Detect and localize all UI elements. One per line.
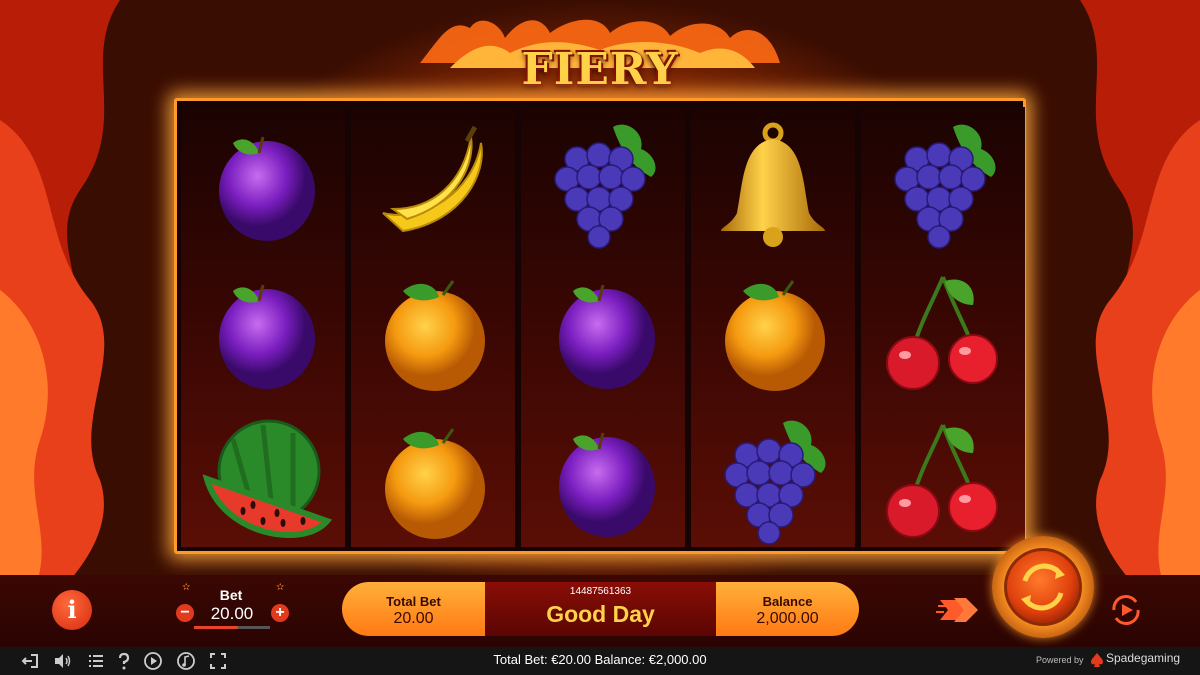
orange-symbol-icon [385, 280, 485, 391]
cherries-symbol-icon [886, 276, 998, 390]
brand-name: Spadegaming [1106, 651, 1181, 665]
total-bet-label: Total Bet [386, 594, 441, 609]
status-message: Good Day [546, 601, 655, 627]
fullscreen-icon[interactable] [208, 651, 228, 671]
bet-max-star-icon: ✫ [276, 582, 285, 593]
total-bet-value: 20.00 [393, 610, 434, 627]
bet-value: 20.00 [210, 604, 254, 623]
plum-symbol-icon [219, 136, 315, 241]
spin-button[interactable] [992, 536, 1094, 638]
reel-1 [181, 107, 345, 547]
bet-slider[interactable] [194, 626, 270, 629]
orange-symbol-icon [385, 428, 485, 539]
orange-symbol-icon [725, 280, 825, 391]
spadegaming-logo-icon [1091, 653, 1103, 667]
grapes-symbol-icon [894, 124, 996, 249]
total-bet-section: Total Bet 20.00 [342, 582, 485, 636]
balance-label: Balance [762, 594, 813, 609]
plum-symbol-icon [219, 284, 315, 389]
spin-icon [1004, 548, 1082, 626]
help-icon[interactable] [114, 651, 134, 671]
reels-frame [174, 98, 1026, 554]
music-icon[interactable] [176, 651, 196, 671]
info-panel: Total Bet 20.00 14487561363 Good Day Bal… [342, 582, 859, 636]
reel-5 [861, 107, 1025, 547]
grapes-symbol-icon [554, 124, 656, 249]
plum-symbol-icon [559, 284, 655, 389]
bell-symbol-icon [721, 122, 825, 247]
game-logo: FIERY SEVENS [410, 8, 790, 146]
autoplay-icon[interactable] [1106, 590, 1146, 630]
bet-slider-fill [194, 626, 238, 629]
exit-icon[interactable] [20, 651, 40, 671]
cherries-symbol-icon [886, 424, 998, 538]
bet-increase-button[interactable]: + [271, 604, 289, 622]
balance-value: 2,000.00 [756, 610, 819, 627]
menu-icon[interactable] [86, 651, 106, 671]
banana-symbol-icon [382, 125, 483, 233]
reel-2 [351, 107, 515, 547]
bet-min-star-icon: ✫ [182, 582, 191, 593]
bet-decrease-button[interactable]: − [176, 604, 194, 622]
plum-symbol-icon [559, 432, 655, 537]
watermelon-symbol-icon [202, 419, 333, 538]
play-icon[interactable] [143, 651, 163, 671]
sound-icon[interactable] [52, 651, 72, 671]
reel-4 [691, 107, 855, 547]
info-button[interactable]: i [52, 590, 92, 630]
spin-arrows-icon [1021, 563, 1065, 611]
balance-section: Balance 2,000.00 [716, 582, 859, 636]
powered-by-label: Powered by [1036, 655, 1084, 665]
grapes-symbol-icon [724, 420, 826, 545]
bet-label: Bet [219, 587, 243, 603]
round-id: 14487561363 [569, 586, 632, 597]
turbo-icon[interactable] [936, 592, 982, 628]
reel-3 [521, 107, 685, 547]
message-section: 14487561363 Good Day [485, 582, 716, 636]
status-summary: Total Bet: €20.00 Balance: €2,000.00 [493, 652, 707, 667]
